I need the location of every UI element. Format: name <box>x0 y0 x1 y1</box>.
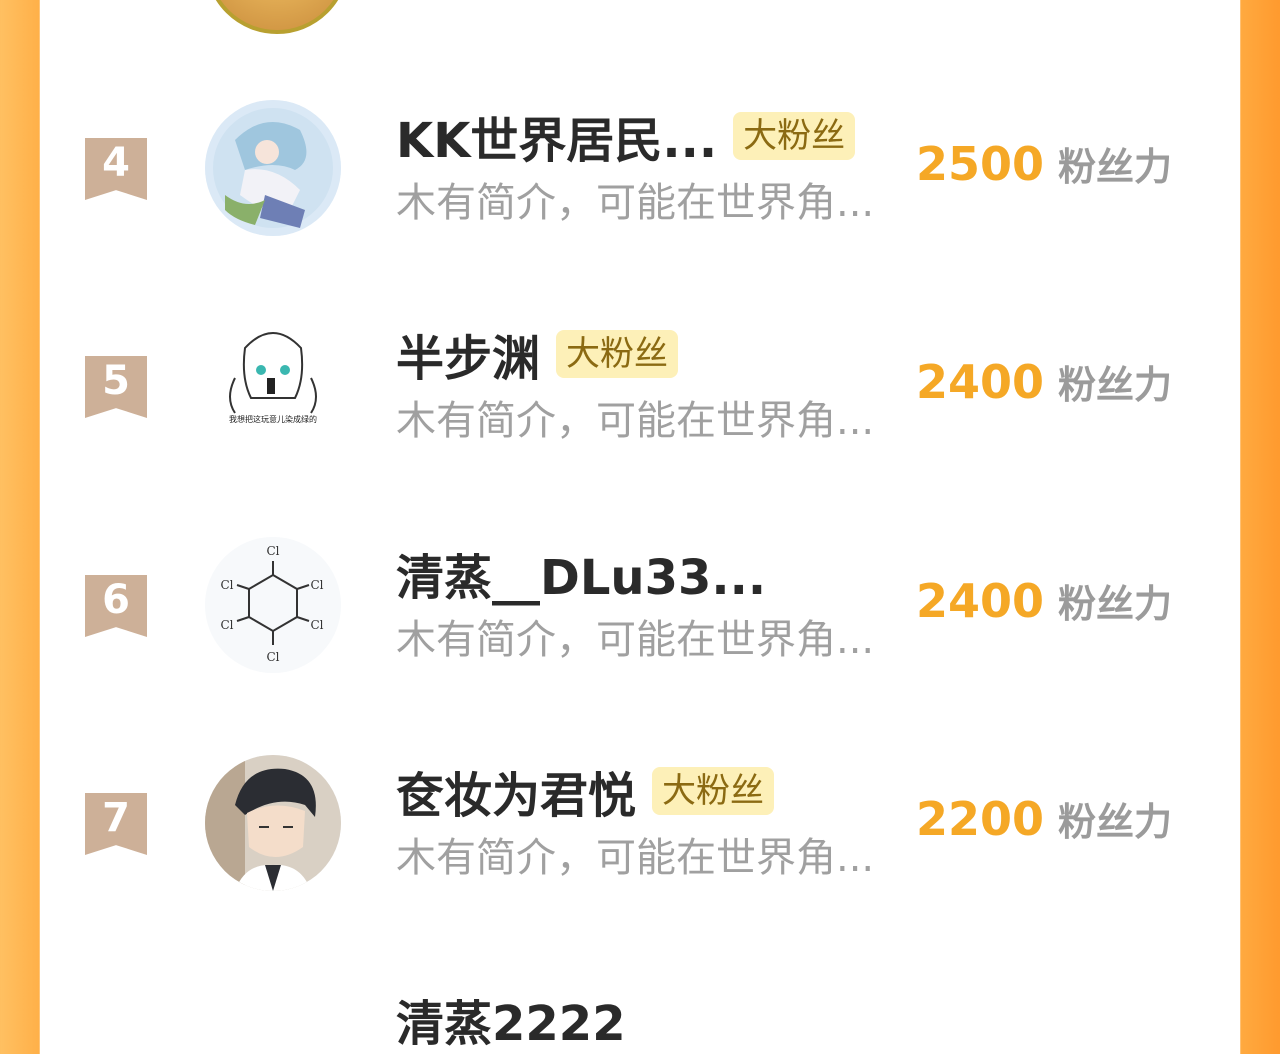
fan-power: 2400 粉丝力 <box>916 573 1172 628</box>
user-name[interactable]: 奁妆为君悦 <box>396 756 636 826</box>
rank-badge: 5 <box>85 356 147 418</box>
user-description: 木有简介，可能在世界角... <box>396 617 875 663</box>
fan-power-unit: 粉丝力 <box>1058 363 1173 407</box>
fan-power-score: 2200 <box>916 792 1045 846</box>
fan-power: 2500 粉丝力 <box>916 136 1172 191</box>
name-line: 奁妆为君悦 大粉丝 <box>396 763 775 824</box>
user-name[interactable]: 清蒸__DLu33... <box>396 538 766 608</box>
avatar[interactable]: Cl Cl Cl Cl Cl Cl <box>205 537 341 673</box>
avatar-image-anime-girl <box>205 100 341 236</box>
fan-level-badge: 大粉丝 <box>733 112 856 160</box>
avatar-caption: 我想把这玩意儿染成绿的 <box>229 414 317 424</box>
avatar-image-sketch: 我想把这玩意儿染成绿的 <box>205 318 341 454</box>
user-name-partial[interactable]: 清蒸2222 <box>396 984 626 1054</box>
fan-power-score: 2400 <box>916 574 1045 628</box>
avatar[interactable]: 我想把这玩意儿染成绿的 <box>205 318 341 454</box>
name-line: 清蒸__DLu33... <box>396 545 766 606</box>
avatar-partial-top[interactable] <box>205 0 349 34</box>
fan-power-unit: 粉丝力 <box>1058 145 1173 189</box>
leaderboard-panel: 4 KK世界居民... 大粉丝 木有简介，可能在世界角... 2500 粉丝力 5 <box>40 0 1240 1052</box>
atom-label: Cl <box>266 650 279 664</box>
fan-power: 2200 粉丝力 <box>916 791 1172 846</box>
atom-label: Cl <box>310 618 323 632</box>
avatar[interactable] <box>205 755 341 891</box>
atom-label: Cl <box>310 578 323 592</box>
rank-badge: 7 <box>85 793 147 855</box>
rank-badge: 6 <box>85 575 147 637</box>
leaderboard-row[interactable]: 6 Cl Cl Cl Cl Cl Cl 清蒸__DLu33... 木有简介，可能… <box>40 537 1240 697</box>
avatar-image-chemical-structure: Cl Cl Cl Cl Cl Cl <box>205 537 341 673</box>
user-description: 木有简介，可能在世界角... <box>396 398 875 444</box>
fan-level-badge: 大粉丝 <box>652 767 775 815</box>
atom-label: Cl <box>220 618 233 632</box>
atom-label: Cl <box>220 578 233 592</box>
fan-power-unit: 粉丝力 <box>1058 800 1173 844</box>
leaderboard-row[interactable]: 7 奁妆为君悦 大粉丝 木有简介，可能在世界角... 2200 粉丝力 <box>40 755 1240 915</box>
rank-badge: 4 <box>85 138 147 200</box>
fan-power: 2400 粉丝力 <box>916 354 1172 409</box>
leaderboard-row[interactable]: 5 我想把这玩意儿染成绿的 半步渊 大粉丝 木有简介，可能在世界角... 240… <box>40 318 1240 478</box>
user-description: 木有简介，可能在世界角... <box>396 835 875 881</box>
fan-level-badge: 大粉丝 <box>556 330 679 378</box>
user-description: 木有简介，可能在世界角... <box>396 180 875 226</box>
user-name[interactable]: 半步渊 <box>396 319 540 389</box>
avatar-image-anime-boy <box>205 755 341 891</box>
name-line: KK世界居民... 大粉丝 <box>396 108 856 169</box>
avatar[interactable] <box>205 100 341 236</box>
fan-power-score: 2500 <box>916 137 1045 191</box>
fan-power-score: 2400 <box>916 355 1045 409</box>
name-line: 半步渊 大粉丝 <box>396 326 679 387</box>
fan-power-unit: 粉丝力 <box>1058 582 1173 626</box>
atom-label: Cl <box>266 544 279 558</box>
leaderboard-row[interactable]: 4 KK世界居民... 大粉丝 木有简介，可能在世界角... 2500 粉丝力 <box>40 100 1240 260</box>
user-name[interactable]: KK世界居民... <box>396 101 717 171</box>
